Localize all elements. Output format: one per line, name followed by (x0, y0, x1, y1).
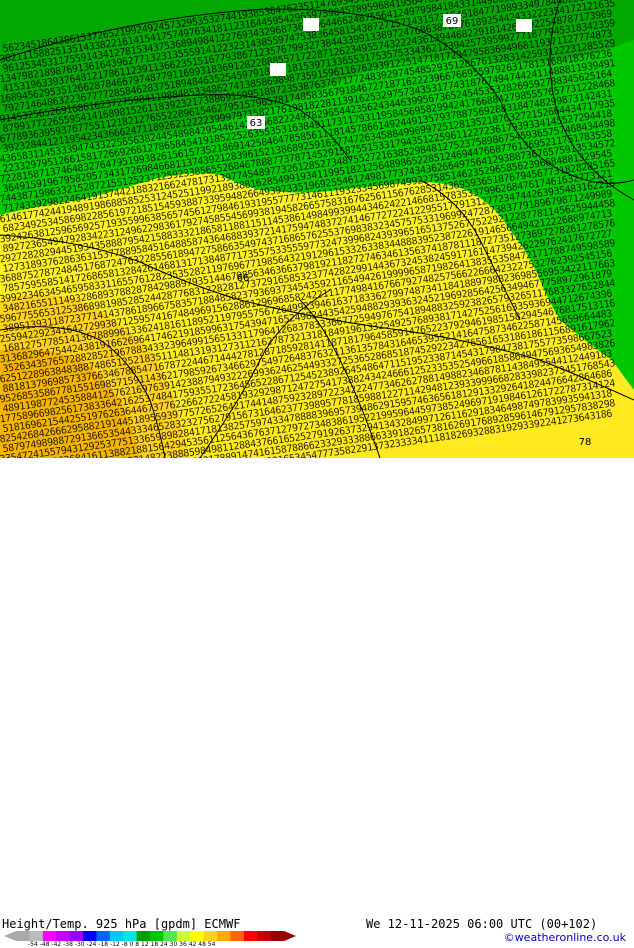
scale-swatch (176, 931, 191, 941)
scale-swatch (190, 931, 205, 941)
svg-text:78: 78 (579, 437, 592, 448)
height-label-78: 78 (579, 437, 592, 448)
svg-text:63: 63 (250, 118, 263, 129)
credit-link[interactable]: ©weatheronline.co.uk (504, 931, 626, 944)
label-box (303, 18, 319, 31)
scale-swatch (42, 931, 57, 941)
color-scale-ticks: -54 -48 -42 -38 -30 -24 -18 -12 -8 0 8 1… (28, 941, 216, 948)
scale-swatch (230, 931, 245, 941)
map-datetime: We 12-11-2025 06:00 UTC (00+102) (366, 917, 598, 931)
scale-swatch (150, 931, 164, 941)
svg-text:66: 66 (237, 273, 250, 284)
scale-swatch (56, 931, 71, 941)
scale-swatch (243, 931, 258, 941)
height-label-63: 63 (247, 116, 265, 129)
scale-swatch (96, 931, 111, 941)
height-label-66: 66 (237, 273, 250, 284)
scale-swatch (257, 931, 272, 941)
scale-swatch (163, 931, 178, 941)
height-label-69: 69 (443, 14, 461, 27)
scale-swatch (29, 931, 44, 941)
label-box (270, 63, 286, 76)
scale-swatch (83, 931, 97, 941)
temperature-digit-field: 5623451864386153726521992492457329535327… (0, 0, 616, 506)
scale-arrow-right (284, 931, 296, 941)
map-footer: Height/Temp. 925 hPa [gpdm] ECMWF We 12-… (0, 458, 634, 948)
scale-swatch (16, 931, 30, 941)
map-title: Height/Temp. 925 hPa [gpdm] ECMWF (2, 917, 241, 931)
scale-arrow-left (4, 931, 16, 941)
map-canvas: 5623451864386153726521992492457329535327… (0, 0, 634, 506)
svg-text:69: 69 (446, 16, 459, 27)
label-box (516, 19, 532, 32)
scale-swatch (203, 931, 218, 941)
scale-swatch (123, 931, 138, 941)
scale-swatch (69, 931, 84, 941)
weather-map: 5623451864386153726521992492457329535327… (0, 0, 634, 506)
scale-swatch (136, 931, 151, 941)
scale-swatch (270, 931, 285, 941)
scale-swatch (217, 931, 231, 941)
scale-swatch (109, 931, 124, 941)
